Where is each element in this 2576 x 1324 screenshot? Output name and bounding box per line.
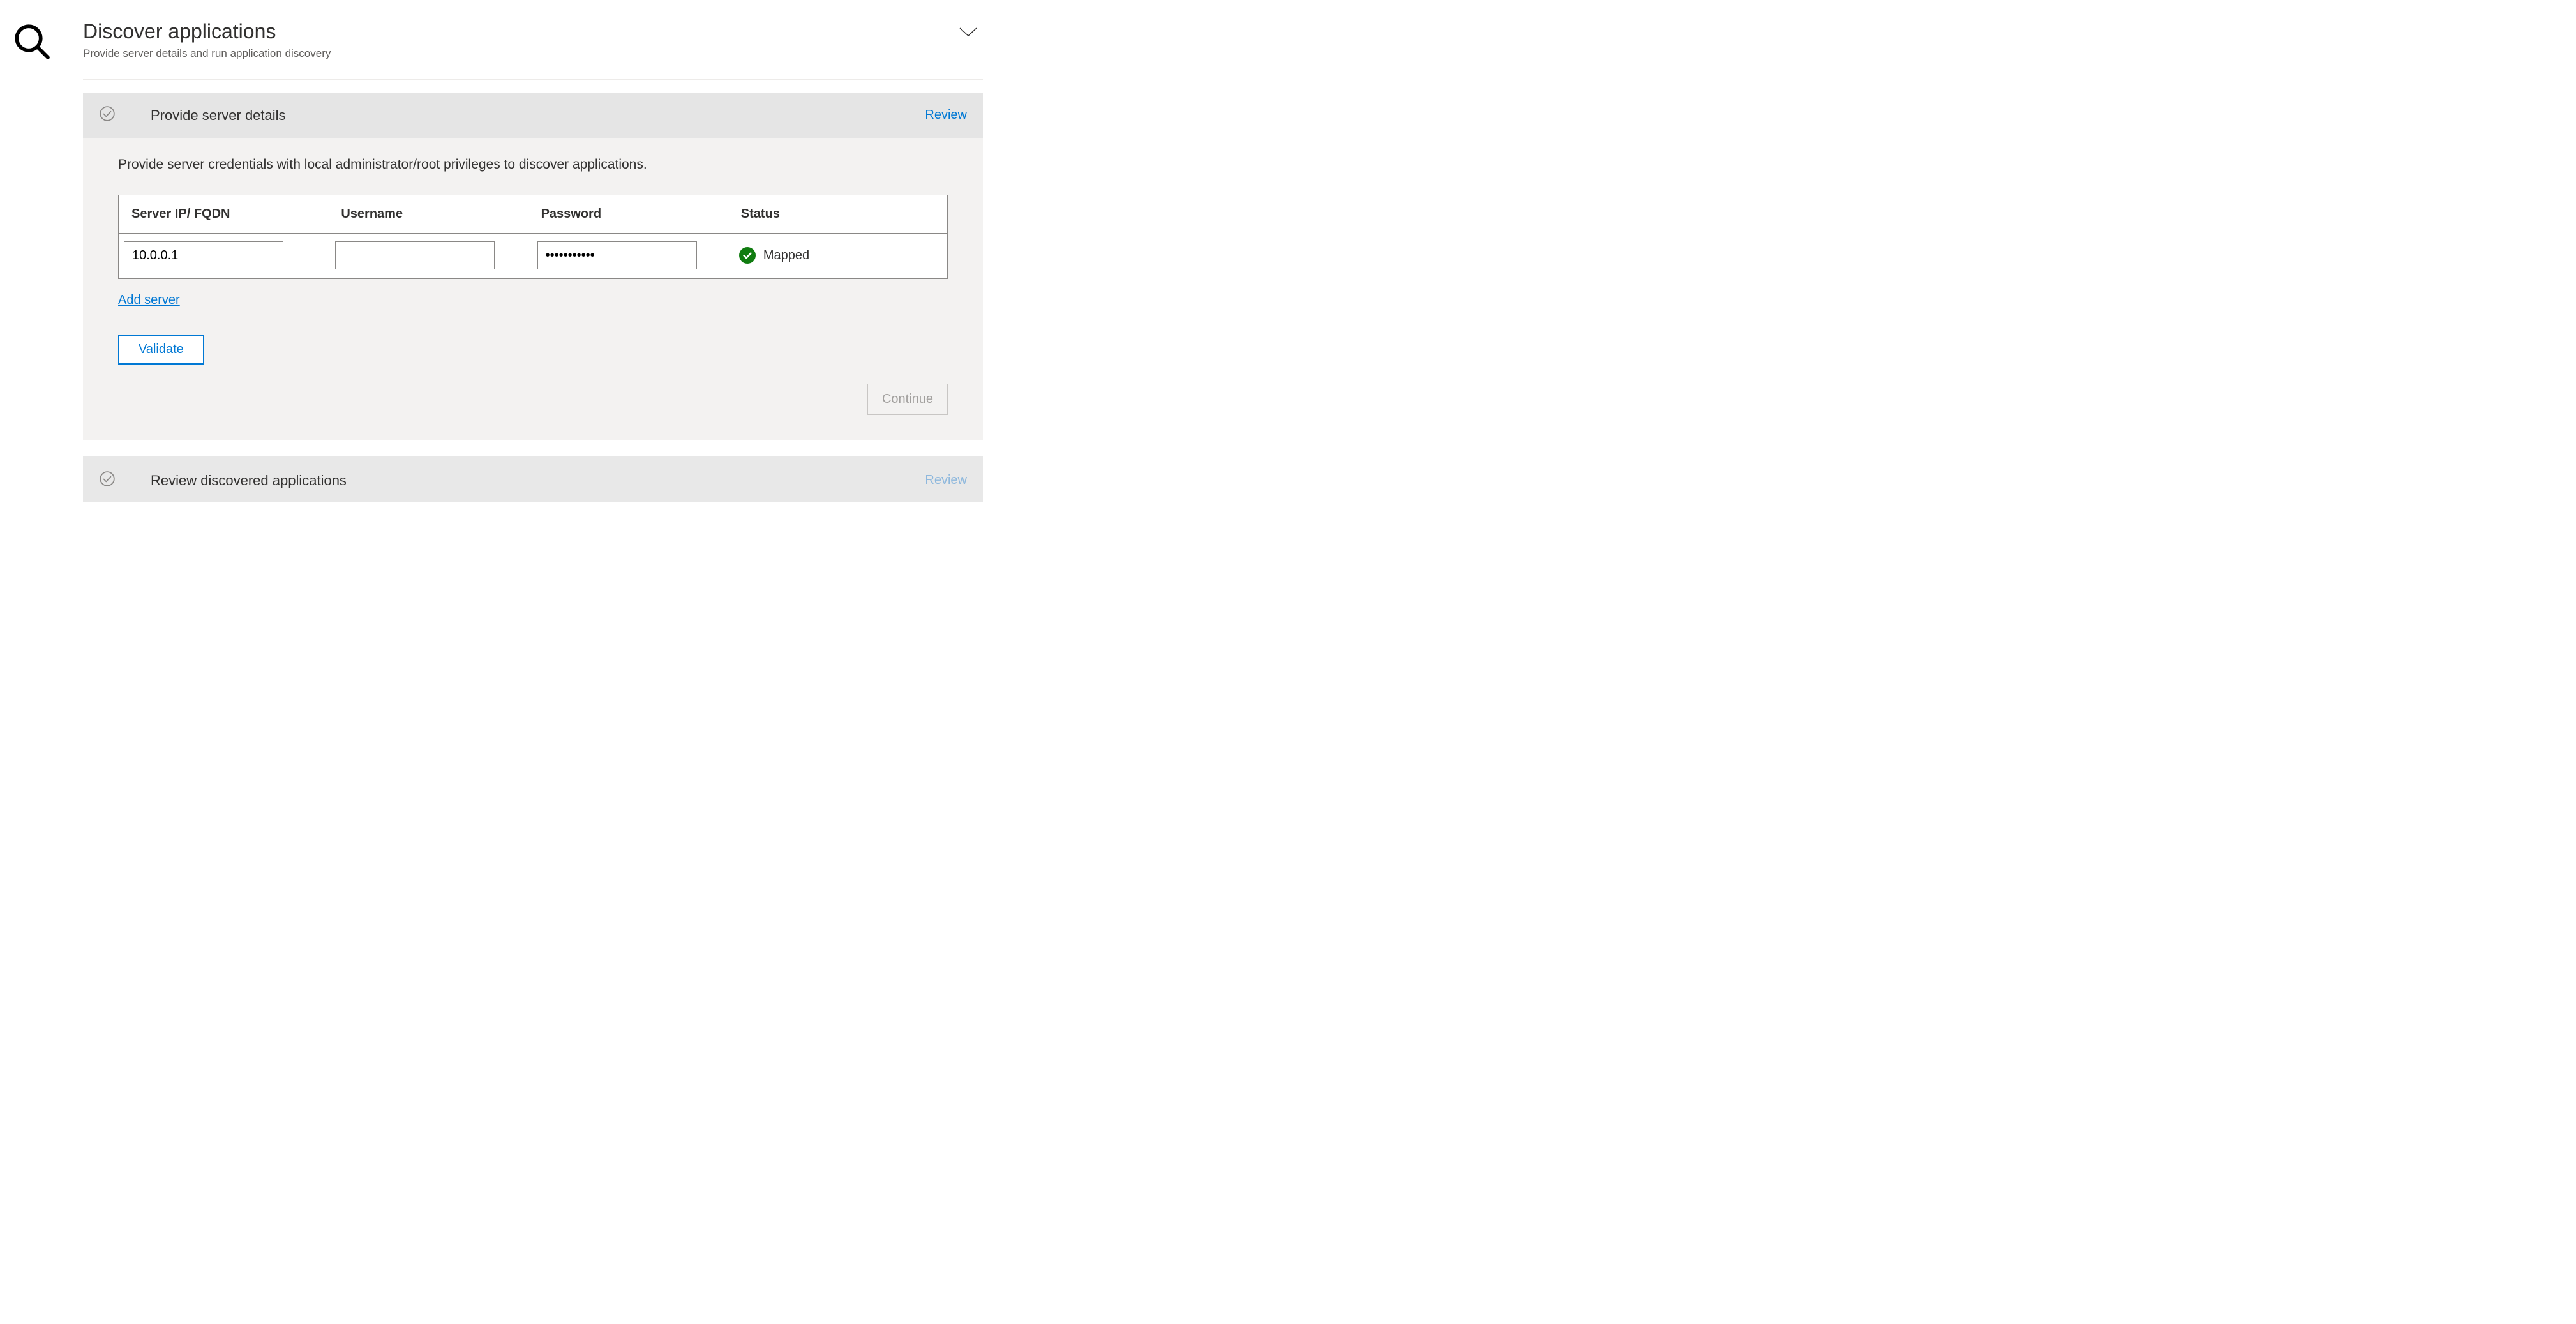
server-table-header: Server IP/ FQDN Username Password Status	[119, 195, 947, 234]
col-password: Password	[541, 207, 735, 222]
section-instruction: Provide server credentials with local ad…	[118, 157, 948, 172]
check-circle-icon	[99, 470, 116, 490]
page-title: Discover applications	[83, 19, 331, 43]
page-subtitle: Provide server details and run applicati…	[83, 47, 331, 60]
check-circle-icon	[99, 105, 116, 125]
success-check-icon	[739, 247, 756, 264]
section-title-review-discovered: Review discovered applications	[151, 472, 890, 489]
col-status: Status	[741, 207, 934, 222]
add-server-link[interactable]: Add server	[118, 293, 180, 308]
col-username: Username	[341, 207, 534, 222]
username-input[interactable]	[335, 241, 495, 269]
review-link-discovered[interactable]: Review	[925, 473, 967, 488]
status-label: Mapped	[763, 248, 809, 263]
review-link-server-details[interactable]: Review	[925, 108, 967, 123]
server-table: Server IP/ FQDN Username Password Status	[118, 195, 948, 279]
review-discovered-section: Review discovered applications Review	[83, 456, 983, 502]
server-ip-input[interactable]	[124, 241, 283, 269]
password-input[interactable]	[537, 241, 697, 269]
status-cell: Mapped	[739, 247, 934, 264]
search-icon	[13, 52, 51, 63]
col-server: Server IP/ FQDN	[131, 207, 334, 222]
provide-server-details-section: Provide server details Review Provide se…	[83, 93, 983, 440]
page-header: Discover applications Provide server det…	[83, 19, 983, 80]
server-table-row: Mapped	[119, 234, 947, 278]
section-header-server-details: Provide server details Review	[83, 93, 983, 138]
section-title-server-details: Provide server details	[151, 107, 890, 124]
continue-button[interactable]: Continue	[867, 384, 948, 415]
validate-button[interactable]: Validate	[118, 335, 204, 365]
chevron-down-icon	[957, 30, 980, 41]
collapse-toggle[interactable]	[954, 19, 983, 48]
